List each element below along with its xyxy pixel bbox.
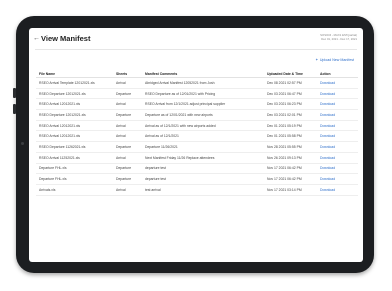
comment-cell: RSEO Departure as of 12/01/2021 with Pri…: [142, 88, 264, 100]
uploaded-cell: Dec 01 2021 05:58 PM: [264, 130, 317, 143]
file-name-cell: RSEO Arrival 12012021.xls: [36, 120, 113, 132]
sheet-cell: Departure: [113, 141, 142, 153]
header-divider: [35, 49, 357, 50]
page-title: View Manifest: [41, 34, 91, 43]
table-row: Departure FHL.xls Departure departure test…: [36, 173, 358, 185]
uploaded-cell: Nov 28 2021 05:55 PM: [264, 141, 317, 153]
comment-cell: test arrival: [142, 184, 264, 196]
table-row: RSEO Arrival 12012021.xls Arrival RSEO Arr…: [36, 98, 358, 111]
stage: ← View Manifest SOS0C6 - MAX1 EST(partia…: [0, 0, 392, 291]
arrow-left-icon[interactable]: ←: [33, 35, 40, 42]
event-date-range: Dec 01, 2021 - Dec 17, 2021: [321, 37, 357, 41]
uploaded-cell: Nov 26 2021 09:13 PM: [264, 152, 317, 164]
sheet-cell: Arrival: [113, 130, 142, 143]
column-header-comments: Manifest Comments: [142, 70, 264, 78]
sheet-cell: Arrival: [113, 152, 142, 164]
table-row: RSEO Arrival 12012021.xls Arrival Arrival …: [36, 130, 358, 143]
tablet-volume-button: [13, 104, 16, 114]
table-row: RSEO Arrival Template 12012021.xls Arriva…: [36, 77, 358, 89]
comment-cell: RSEO Arrival from 12/1/2021 adjust princ…: [142, 98, 264, 111]
file-name-cell: RSEO Arrival Template 12012021.xls: [36, 77, 113, 89]
file-name-cell: Departure FHL.xls: [36, 163, 113, 175]
sheet-cell: Arrival: [113, 77, 142, 89]
file-name-cell: RSEO Arrival 11252021.xls: [36, 152, 113, 164]
sheet-cell: Departure: [113, 163, 142, 175]
comment-cell: Abridged Arrival Manifest 12052021 from …: [142, 77, 264, 89]
uploaded-cell: Nov 17 2021 06:42 PM: [264, 173, 317, 185]
download-link[interactable]: Download: [317, 120, 358, 132]
comment-cell: Arrival as of 12/1/2021 with new airport…: [142, 120, 264, 132]
download-link[interactable]: Download: [317, 109, 358, 121]
uploaded-cell: Dec 01 2021 05:19 PM: [264, 120, 317, 132]
table-row: RSEO Arrival 12012021.xls Arrival Arrival …: [36, 120, 358, 132]
sheet-cell: Departure: [113, 173, 142, 185]
file-name-cell: RSEO Arrival 12012021.xls: [36, 98, 113, 111]
tablet-volume-button: [13, 88, 16, 98]
download-link[interactable]: Download: [317, 152, 358, 164]
uploaded-cell: Dec 03 2021 06:23 PM: [264, 98, 317, 111]
download-link[interactable]: Download: [317, 173, 358, 185]
uploaded-cell: Nov 17 2021 03:14 PM: [264, 184, 317, 196]
uploaded-cell: Nov 17 2021 06:42 PM: [264, 163, 317, 175]
screen: ← View Manifest SOS0C6 - MAX1 EST(partia…: [29, 28, 363, 262]
comment-cell: Arrival as of 12/1/2021: [142, 130, 264, 143]
uploaded-cell: Dec 03 2021 06:47 PM: [264, 88, 317, 100]
table-row: RSEO Departure 12012021.xls Departure RSEO…: [36, 88, 358, 100]
download-link[interactable]: Download: [317, 88, 358, 100]
tablet-camera: [21, 142, 24, 145]
plus-icon: +: [315, 58, 318, 62]
sheet-cell: Arrival: [113, 120, 142, 132]
comment-cell: Departure 11/26/2021: [142, 141, 264, 153]
table-header-row: File Name Sheets Manifest Comments Uploa…: [36, 70, 358, 78]
upload-manifest-link[interactable]: + Upload New Manifest: [316, 58, 354, 62]
download-link[interactable]: Download: [317, 77, 358, 89]
upload-manifest-label: Upload New Manifest: [319, 58, 354, 62]
download-link[interactable]: Download: [317, 184, 358, 196]
download-link[interactable]: Download: [317, 98, 358, 111]
file-name-cell: RSEO Departure 11262021.xls: [36, 141, 113, 153]
page-header: ← View Manifest SOS0C6 - MAX1 EST(partia…: [29, 28, 363, 48]
manifest-table: File Name Sheets Manifest Comments Uploa…: [36, 70, 358, 196]
download-link[interactable]: Download: [317, 163, 358, 175]
table-row: RSEO Arrival 11252021.xls Arrival Next Man…: [36, 152, 358, 164]
event-meta: SOS0C6 - MAX1 EST(partial) Dec 01, 2021 …: [320, 33, 357, 41]
file-name-cell: Departure FHL.xls: [36, 173, 113, 185]
comment-cell: Next Manifest Friday 11/26 Replace atten…: [142, 152, 264, 164]
download-link[interactable]: Download: [317, 141, 358, 153]
file-name-cell: RSEO Departure 12012021.xls: [36, 109, 113, 121]
table-row: Arrivals.xls Arrival test arrival Nov 17 20…: [36, 184, 358, 196]
table-row: Departure FHL.xls Departure departure test…: [36, 163, 358, 175]
table-row: RSEO Departure 11262021.xls Departure Depa…: [36, 141, 358, 153]
comment-cell: departure test: [142, 173, 264, 185]
table-row: RSEO Departure 12012021.xls Departure Depa…: [36, 109, 358, 121]
column-header-sheets: Sheets: [113, 70, 142, 78]
file-name-cell: RSEO Arrival 12012021.xls: [36, 130, 113, 143]
file-name-cell: Arrivals.xls: [36, 184, 113, 196]
file-name-cell: RSEO Departure 12012021.xls: [36, 88, 113, 100]
column-header-uploaded: Uploaded Date & Time: [264, 70, 317, 78]
uploaded-cell: Dec 03 2021 02:01 PM: [264, 109, 317, 121]
download-link[interactable]: Download: [317, 130, 358, 143]
comment-cell: Departure as of 12/01/2021 with new airp…: [142, 109, 264, 121]
column-header-action: Action: [317, 70, 358, 78]
sheet-cell: Arrival: [113, 98, 142, 111]
sheet-cell: Departure: [113, 88, 142, 100]
column-header-file-name: File Name: [36, 70, 113, 78]
uploaded-cell: Dec 08 2021 02:57 PM: [264, 77, 317, 89]
sheet-cell: Departure: [113, 109, 142, 121]
sheet-cell: Arrival: [113, 184, 142, 196]
comment-cell: departure test: [142, 163, 264, 175]
